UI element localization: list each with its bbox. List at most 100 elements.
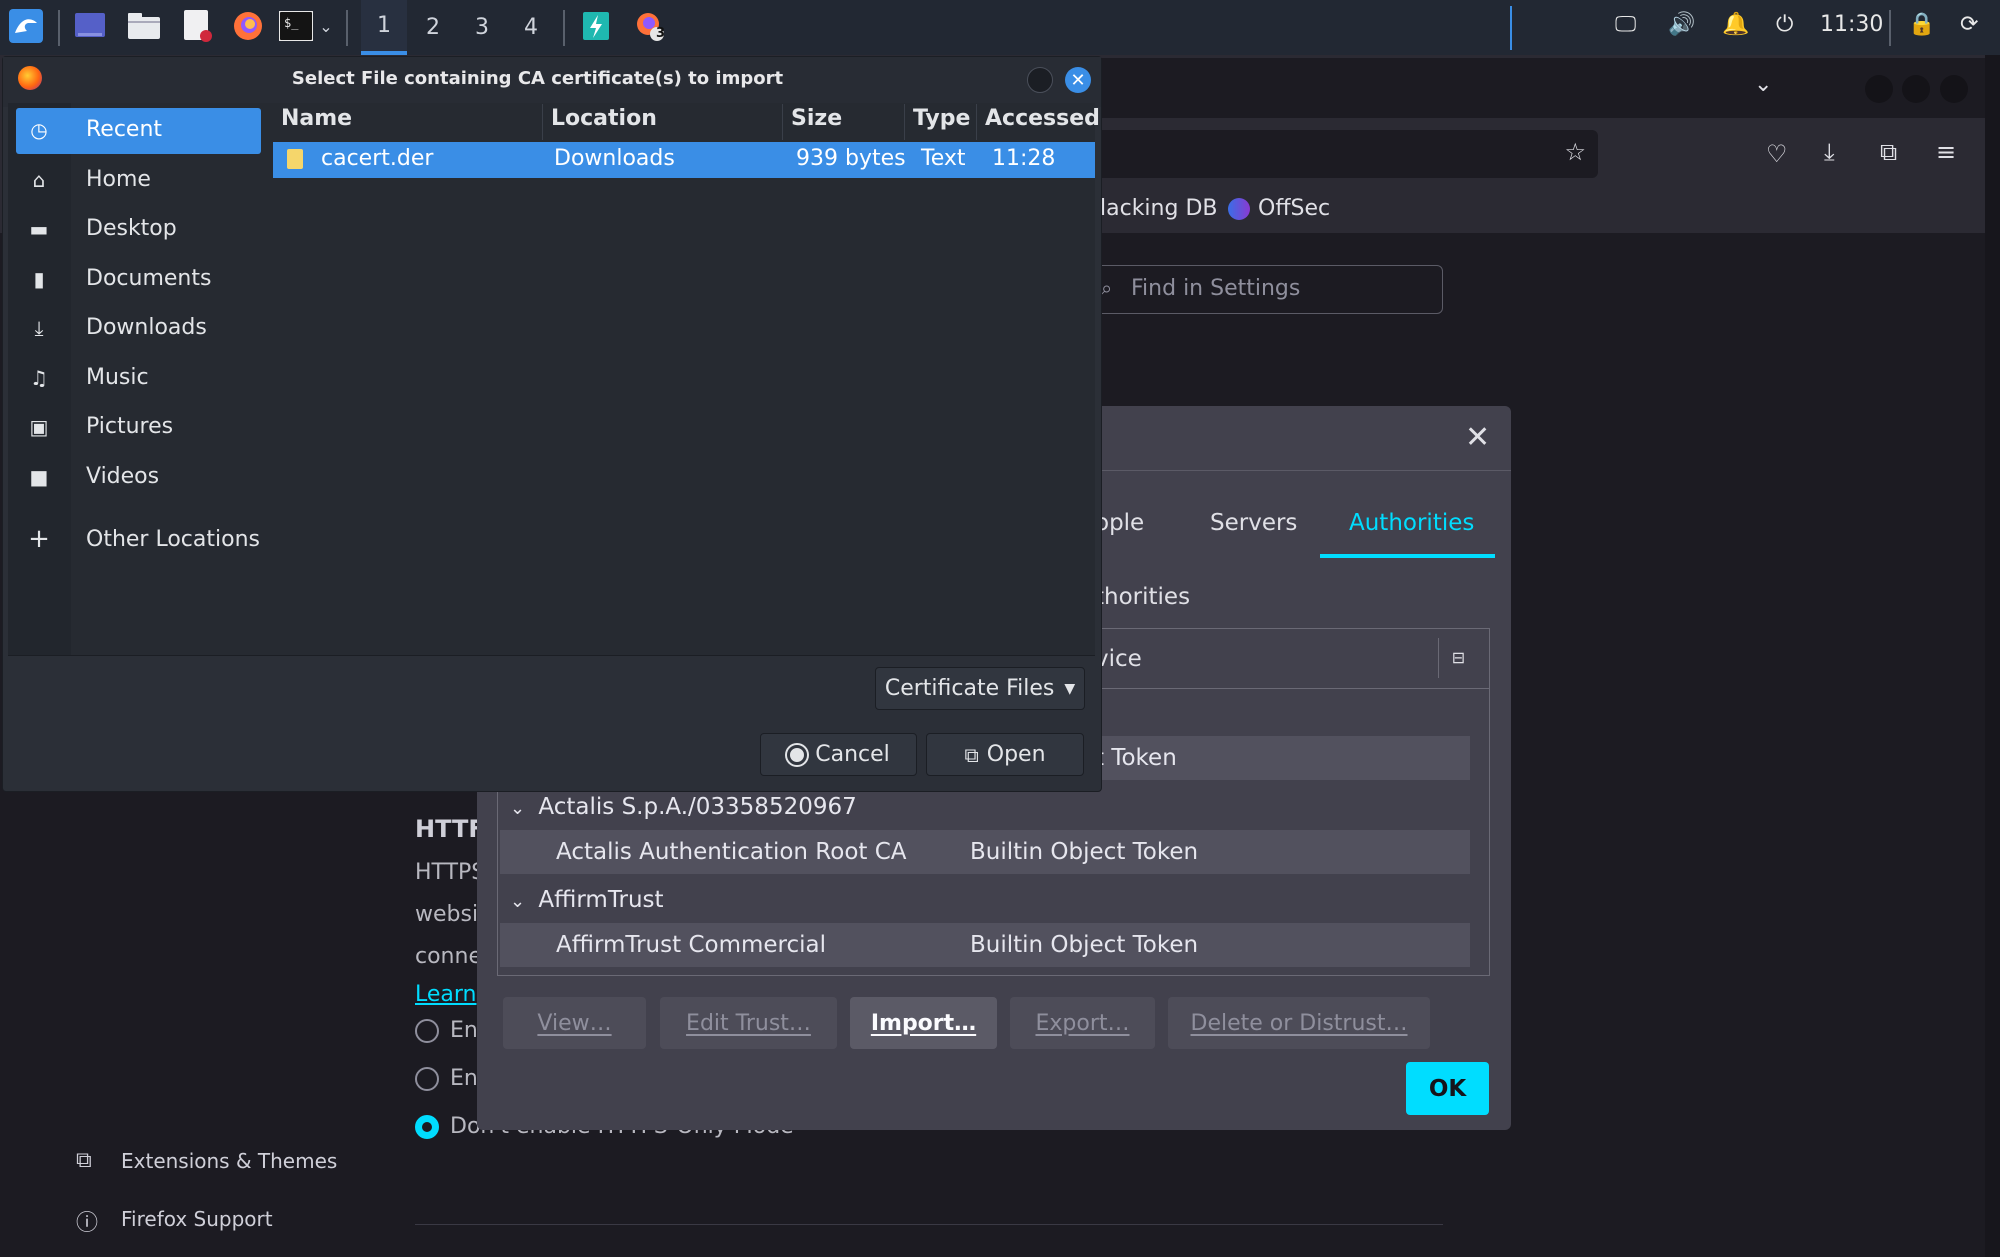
token-cell: Builtin Object Token bbox=[970, 932, 1199, 958]
tab-list-chevron-icon[interactable]: ⌄ bbox=[1754, 72, 1772, 97]
extensions-themes-link[interactable]: Extensions & Themes bbox=[121, 1149, 337, 1173]
bookmark-offsec[interactable]: OffSec bbox=[1258, 196, 1330, 221]
place-home[interactable]: ⌂ Home bbox=[16, 158, 261, 204]
workspace-4[interactable]: 4 bbox=[508, 0, 554, 55]
place-desktop[interactable]: ▬ Desktop bbox=[16, 207, 261, 253]
export-button[interactable]: Export… bbox=[1010, 997, 1155, 1049]
place-downloads[interactable]: ⤓ Downloads bbox=[16, 306, 261, 352]
certificate-name-cell: AffirmTrust Commercial bbox=[556, 932, 827, 958]
edit-trust-button[interactable]: Edit Trust… bbox=[660, 997, 837, 1049]
tree-row[interactable]: Actalis Authentication Root CA Builtin O… bbox=[500, 830, 1470, 874]
authorities-description: thorities bbox=[1095, 584, 1191, 610]
offsec-icon bbox=[1228, 198, 1250, 220]
place-videos[interactable]: ■ Videos bbox=[16, 455, 261, 501]
power-manager-icon[interactable]: ⏻ bbox=[1776, 12, 1793, 37]
chevron-down-icon: ⌄ bbox=[510, 891, 526, 912]
file-type: Text bbox=[921, 146, 966, 171]
https-description-line: conne bbox=[415, 944, 482, 969]
desktop-icon: ▬ bbox=[29, 217, 49, 241]
place-other-locations[interactable]: + Other Locations bbox=[16, 518, 261, 564]
chevron-down-icon[interactable]: ⌄ bbox=[316, 8, 336, 44]
file-size: 939 bytes bbox=[796, 146, 906, 171]
screen-icon[interactable]: 🖵 bbox=[1615, 12, 1636, 37]
download-icon: ⤓ bbox=[34, 316, 44, 340]
window-count-badge: 3 bbox=[656, 26, 666, 41]
learn-more-link[interactable]: Learn bbox=[415, 982, 477, 1007]
burp-icon[interactable] bbox=[578, 8, 614, 44]
volume-icon[interactable]: 🔊 bbox=[1668, 12, 1695, 37]
https-dont-enable-radio[interactable] bbox=[415, 1115, 439, 1139]
workspace-2[interactable]: 2 bbox=[410, 0, 456, 55]
bell-icon[interactable]: 🔔 bbox=[1722, 12, 1749, 37]
https-private-windows-radio[interactable] bbox=[415, 1067, 439, 1091]
place-documents[interactable]: ▮ Documents bbox=[16, 257, 261, 303]
pocket-icon[interactable]: ♡ bbox=[1766, 140, 1788, 168]
firefox-icon[interactable] bbox=[230, 8, 266, 44]
column-picker-icon[interactable]: ⊟ bbox=[1438, 638, 1478, 678]
tree-group[interactable]: ⌄ AffirmTrust bbox=[510, 887, 664, 913]
ok-button[interactable]: OK bbox=[1406, 1062, 1489, 1115]
taskbar: $_ ⌄ 1 2 3 4 3 🖵 🔊 🔔 ⏻ 11:30 🔒 ⟳ bbox=[0, 0, 2000, 55]
extensions-icon: ⧉ bbox=[76, 1148, 92, 1173]
file-filter-dropdown[interactable]: Certificate Files ▼ bbox=[875, 667, 1085, 710]
firefox-window-icon[interactable]: 3 bbox=[632, 8, 668, 44]
window-minimize-button[interactable] bbox=[1865, 75, 1893, 103]
menu-icon[interactable]: ≡ bbox=[1936, 138, 1956, 166]
cpu-graph bbox=[1510, 6, 1512, 50]
bookmark-star-icon[interactable]: ☆ bbox=[1564, 138, 1586, 166]
close-icon[interactable]: ✕ bbox=[1065, 67, 1091, 93]
column-size[interactable]: Size bbox=[783, 104, 905, 140]
url-bar[interactable]: ☆ bbox=[1090, 130, 1598, 178]
workspace-3[interactable]: 3 bbox=[459, 0, 505, 55]
tab-people[interactable]: ople bbox=[1095, 510, 1144, 536]
kali-menu-icon[interactable] bbox=[8, 8, 44, 44]
clock[interactable]: 11:30 bbox=[1820, 12, 1883, 37]
import-button[interactable]: Import… bbox=[850, 997, 997, 1049]
https-description-line: HTTPS bbox=[415, 860, 486, 885]
logout-icon[interactable]: ⟳ bbox=[1960, 12, 1978, 37]
clock-icon: ◷ bbox=[30, 118, 48, 142]
svg-text:$_: $_ bbox=[284, 16, 299, 30]
window-close-button[interactable] bbox=[1940, 75, 1968, 103]
tree-group[interactable]: ⌄ Actalis S.p.A./03358520967 bbox=[510, 794, 857, 820]
file-list[interactable] bbox=[271, 103, 1095, 655]
place-music[interactable]: ♫ Music bbox=[16, 356, 261, 402]
delete-or-distrust-button[interactable]: Delete or Distrust… bbox=[1168, 997, 1430, 1049]
bookmark-exploit-db[interactable]: lacking DB bbox=[1100, 196, 1217, 221]
desktop-icon[interactable] bbox=[72, 8, 108, 44]
view-button[interactable]: View… bbox=[503, 997, 646, 1049]
taskbar-separator bbox=[1889, 10, 1891, 46]
file-row[interactable]: cacert.der Downloads 939 bytes Text 11:2… bbox=[273, 142, 1095, 178]
tab-servers[interactable]: Servers bbox=[1210, 510, 1297, 536]
place-pictures[interactable]: ▣ Pictures bbox=[16, 405, 261, 451]
download-icon[interactable]: ⤓ bbox=[1824, 138, 1835, 166]
https-all-windows-radio[interactable] bbox=[415, 1019, 439, 1043]
column-accessed[interactable]: Accessed bbox=[977, 104, 1100, 140]
minimize-button[interactable] bbox=[1027, 67, 1053, 93]
tab-authorities[interactable]: Authorities bbox=[1349, 510, 1474, 536]
window-maximize-button[interactable] bbox=[1902, 75, 1930, 103]
workspace-1[interactable]: 1 bbox=[361, 0, 407, 55]
extensions-icon[interactable]: ⧉ bbox=[1880, 138, 1897, 166]
text-editor-icon[interactable] bbox=[180, 8, 216, 44]
open-button[interactable]: ⧉ Open bbox=[926, 733, 1084, 776]
firefox-support-link[interactable]: Firefox Support bbox=[121, 1207, 273, 1231]
column-security-device[interactable]: vice bbox=[1095, 646, 1142, 672]
close-icon[interactable]: ✕ bbox=[1465, 420, 1490, 455]
filter-label: Certificate Files bbox=[884, 676, 1055, 701]
column-type[interactable]: Type bbox=[905, 104, 977, 140]
taskbar-separator bbox=[563, 10, 565, 46]
tree-row[interactable]: AffirmTrust Commercial Builtin Object To… bbox=[500, 923, 1470, 967]
active-tab-indicator bbox=[1320, 554, 1495, 558]
find-in-settings-input[interactable]: ⌕ Find in Settings bbox=[1088, 265, 1443, 314]
terminal-icon[interactable]: $_ bbox=[278, 8, 314, 44]
https-option-label: En bbox=[450, 1066, 478, 1091]
cancel-button[interactable]: Cancel bbox=[760, 733, 917, 776]
place-recent[interactable]: ◷ Recent bbox=[16, 108, 261, 154]
lock-icon[interactable]: 🔒 bbox=[1908, 12, 1935, 37]
file-name: cacert.der bbox=[321, 146, 434, 171]
column-name[interactable]: Name bbox=[273, 104, 543, 140]
column-location[interactable]: Location bbox=[543, 104, 783, 140]
file-manager-icon[interactable] bbox=[126, 8, 162, 44]
help-icon: ⓘ bbox=[76, 1211, 99, 1236]
